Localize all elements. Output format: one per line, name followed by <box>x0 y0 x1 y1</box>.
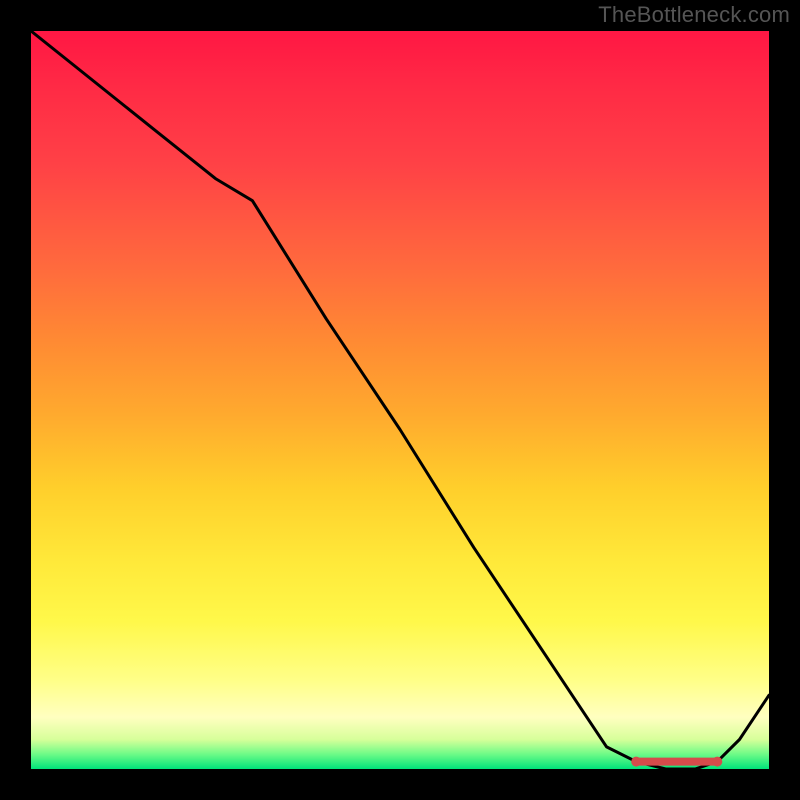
plot-area <box>31 31 769 769</box>
chart-overlay <box>31 31 769 769</box>
marker-end <box>712 757 722 767</box>
curve-path <box>31 31 769 769</box>
marker-start <box>631 757 641 767</box>
marker-band <box>636 758 717 766</box>
marker-group <box>631 757 722 767</box>
line-series <box>31 31 769 769</box>
chart-root: TheBottleneck.com <box>0 0 800 800</box>
attribution-text: TheBottleneck.com <box>598 2 790 28</box>
